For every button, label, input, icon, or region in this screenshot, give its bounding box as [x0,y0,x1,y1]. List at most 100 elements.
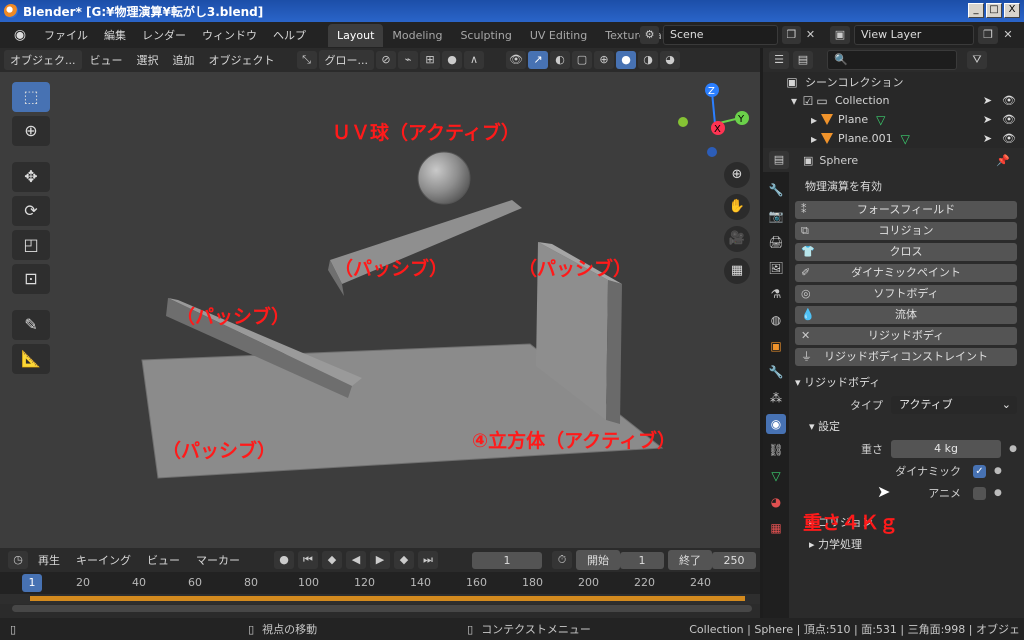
keyframe-dot-icon[interactable]: ● [994,488,1002,498]
outliner-search-icon[interactable]: 🔍 [827,50,957,70]
pin-icon[interactable]: 📌 [996,154,1010,167]
dynamic-checkbox[interactable]: ✓ [973,464,986,478]
copy-view-layer-icon[interactable]: ❐ [978,26,998,44]
object-tab-icon[interactable]: ▣ [766,336,786,356]
menu-file[interactable]: ファイル [36,27,96,43]
prev-key-icon[interactable]: ◆ [322,551,342,569]
rigid-body-button[interactable]: ✕ リジッドボディ [795,327,1017,345]
tab-modeling[interactable]: Modeling [383,24,451,47]
timeline-ruler[interactable]: 1 20 40 60 80 100 120 140 160 180 200 22… [0,572,760,594]
jump-start-icon[interactable]: ⏮ [298,551,318,569]
measure-tool-icon[interactable]: 📐 [12,344,50,374]
menu-marker[interactable]: マーカー [190,550,246,570]
menu-edit[interactable]: 編集 [96,27,134,43]
cloth-button[interactable]: 👕 クロス [795,243,1017,261]
zoom-icon[interactable]: ⊕ [724,162,750,188]
soft-body-button[interactable]: ◎ ソフトボディ [795,285,1017,303]
cursor-tool-icon[interactable]: ⊕ [12,116,50,146]
start-frame-field[interactable]: 1 [620,551,664,569]
keyframe-dot-icon[interactable]: ● [994,466,1002,476]
pan-hand-icon[interactable]: ✋ [724,194,750,220]
copy-scene-icon[interactable]: ❐ [781,26,801,44]
keyframe-dot-icon[interactable]: ● [1009,444,1017,454]
eye-icon[interactable]: 👁 [1002,94,1016,107]
editor-type-icon[interactable]: ◷ [8,551,28,569]
record-icon[interactable]: ● [274,551,294,569]
end-frame-field[interactable]: 250 [712,551,756,569]
outliner-type-icon[interactable]: ☰ [769,51,789,69]
remove-view-layer-icon[interactable]: ✕ [998,26,1018,44]
stopwatch-icon[interactable]: ⏱ [552,551,572,569]
remove-scene-icon[interactable]: ✕ [801,26,820,44]
modifier-tab-icon[interactable]: 🔧 [766,362,786,382]
select-arrow-icon[interactable]: ➤ [983,132,992,145]
menu-render[interactable]: レンダー [134,27,194,43]
menu-tl-view[interactable]: ビュー [141,550,186,570]
particles-tab-icon[interactable]: ⁂ [766,388,786,408]
view-layer-field[interactable]: View Layer [854,25,974,45]
current-frame-field[interactable]: 1 [472,551,542,569]
menu-help[interactable]: ヘルプ [265,27,314,43]
outliner-collection-row[interactable]: ▾ ☑ ▭ Collection ➤ 👁 [763,91,1024,110]
collapse-arrow-icon[interactable]: ▾ [787,94,801,108]
scene-name-field[interactable]: Scene [663,25,778,45]
blender-logo-icon[interactable]: ◉ [10,25,30,45]
scene-icon[interactable]: ⚙ [640,26,660,44]
rotate-tool-icon[interactable]: ⟳ [12,196,50,226]
output-tab-icon[interactable]: 🖨 [766,232,786,252]
expand-arrow-icon[interactable]: ▸ [807,132,821,146]
mass-field[interactable]: 4 kg [891,440,1002,458]
3d-viewport[interactable]: オブジェク... ビュー 選択 追加 オブジェクト ⤡ グロー... ⊘ ⌁ ⊞… [0,48,760,548]
play-icon[interactable]: ▶ [370,551,390,569]
physics-tab-icon[interactable]: ◉ [766,414,786,434]
outliner-scene-collection[interactable]: ▣ シーンコレクション [763,72,1024,91]
view-layer-icon[interactable]: ▣ [830,26,850,44]
annotate-tool-icon[interactable]: ✎ [12,310,50,340]
outliner-item-plane[interactable]: ▸ Plane ▽ ➤ 👁 [763,110,1024,129]
select-arrow-icon[interactable]: ➤ [983,113,992,126]
select-box-tool-icon[interactable]: ⬚ [12,82,50,112]
tab-uv-editing[interactable]: UV Editing [521,24,596,47]
eye-icon[interactable]: 👁 [1002,113,1016,126]
texture-tab-icon[interactable]: ▦ [766,518,786,538]
dynamic-paint-button[interactable]: ✐ ダイナミックペイント [795,264,1017,282]
move-tool-icon[interactable]: ✥ [12,162,50,192]
view-layer-tab-icon[interactable]: 🖼 [766,258,786,278]
menu-keying[interactable]: キーイング [70,550,137,570]
eye-icon[interactable]: 👁 [1002,132,1016,145]
tab-layout[interactable]: Layout [328,23,384,47]
jump-end-icon[interactable]: ⏭ [418,551,438,569]
render-tab-icon[interactable]: 📷 [766,206,786,226]
play-reverse-icon[interactable]: ◀ [346,551,366,569]
minimize-button[interactable]: _ [968,3,984,18]
menu-playback[interactable]: 再生 [32,550,66,570]
collision-button[interactable]: ⧉ コリジョン [795,222,1017,240]
tab-sculpting[interactable]: Sculpting [451,24,520,47]
settings-panel-header[interactable]: ▾ 設定 [795,416,1017,438]
tool-tab-icon[interactable]: 🔧 [766,180,786,200]
dynamics-panel-header[interactable]: ▸ 力学処理 [795,534,1017,556]
data-tab-icon[interactable]: ▽ [766,466,786,486]
scale-tool-icon[interactable]: ◰ [12,230,50,260]
world-tab-icon[interactable]: ◍ [766,310,786,330]
properties-type-icon[interactable]: ▤ [769,151,789,169]
animated-checkbox[interactable] [973,486,986,500]
menu-window[interactable]: ウィンドウ [194,27,265,43]
next-key-icon[interactable]: ◆ [394,551,414,569]
playhead[interactable]: 1 [22,574,42,592]
rigidbody-panel-header[interactable]: ▾ リジッドボディ [795,372,1017,394]
filter-icon[interactable]: ⛛ [967,51,987,69]
scene-tab-icon[interactable]: ⚗ [766,284,786,304]
timeline-scrollbar[interactable] [12,605,752,612]
constraints-tab-icon[interactable]: ⛓ [766,440,786,460]
fluid-button[interactable]: 💧 流体 [795,306,1017,324]
display-mode-icon[interactable]: ▤ [793,51,813,69]
outliner-item-plane-001[interactable]: ▸ Plane.001 ▽ ➤ 👁 [763,129,1024,148]
close-button[interactable]: X [1004,3,1020,18]
rigid-body-constraint-button[interactable]: ⏚ リジッドボディコンストレイント [795,348,1017,366]
transform-tool-icon[interactable]: ⊡ [12,264,50,294]
material-tab-icon[interactable]: ◕ [766,492,786,512]
checkbox-icon[interactable]: ☑ [801,94,815,108]
select-arrow-icon[interactable]: ➤ [983,94,992,107]
grid-view-icon[interactable]: ▦ [724,258,750,284]
